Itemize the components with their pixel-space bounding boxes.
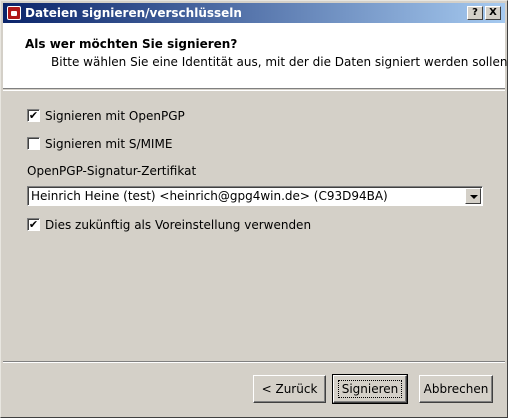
default-checkbox[interactable]: ✔	[27, 218, 40, 231]
back-button[interactable]: < Zurück	[253, 375, 326, 403]
sign-button[interactable]: Signieren	[332, 374, 408, 404]
dialog-window: Dateien signieren/verschlüsseln ? X Als …	[0, 0, 508, 418]
openpgp-checkbox[interactable]: ✔	[27, 109, 40, 122]
app-icon	[7, 6, 21, 20]
cancel-button[interactable]: Abbrechen	[419, 375, 493, 403]
window-title: Dateien signieren/verschlüsseln	[25, 6, 242, 20]
header-divider	[3, 90, 505, 91]
dropdown-arrow-icon[interactable]	[465, 188, 481, 204]
page-title: Als wer möchten Sie signieren?	[25, 37, 238, 51]
footer-divider-highlight	[3, 362, 505, 363]
close-button[interactable]: X	[485, 6, 501, 20]
certificate-select[interactable]: Heinrich Heine (test) <heinrich@gpg4win.…	[27, 186, 483, 206]
certificate-label: OpenPGP-Signatur-Zertifikat	[27, 164, 197, 178]
smime-label: Signieren mit S/MIME	[45, 137, 173, 151]
page-subtitle: Bitte wählen Sie eine Identität aus, mit…	[51, 55, 508, 69]
default-label: Dies zukünftig als Voreinstellung verwen…	[45, 218, 312, 232]
openpgp-label: Signieren mit OpenPGP	[45, 109, 185, 123]
sign-button-label: Signieren	[337, 380, 403, 398]
header-panel: Als wer möchten Sie signieren? Bitte wäh…	[3, 23, 508, 89]
title-bar[interactable]: Dateien signieren/verschlüsseln ? X	[3, 3, 505, 23]
certificate-selected-value: Heinrich Heine (test) <heinrich@gpg4win.…	[31, 189, 388, 203]
help-button[interactable]: ?	[467, 6, 483, 20]
smime-checkbox[interactable]	[27, 137, 40, 150]
